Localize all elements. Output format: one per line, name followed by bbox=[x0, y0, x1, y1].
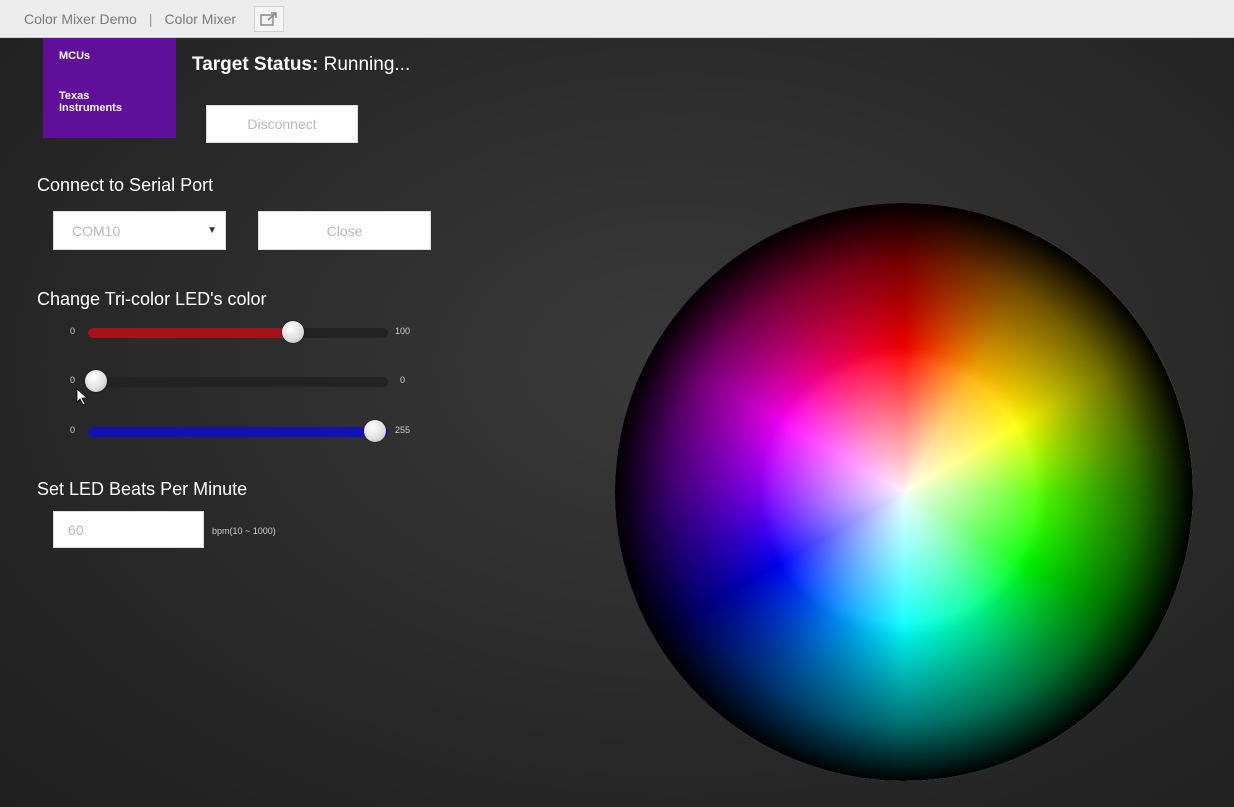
target-status: Target Status: Running... bbox=[192, 54, 410, 76]
led-color-heading: Change Tri-color LED's color bbox=[37, 289, 267, 309]
app-title[interactable]: Color Mixer Demo bbox=[24, 11, 137, 27]
bpm-input[interactable]: 60 bbox=[53, 511, 204, 548]
blue-slider-fill bbox=[88, 427, 388, 437]
red-slider[interactable]: 0 100 bbox=[70, 321, 420, 345]
disconnect-button[interactable]: Disconnect bbox=[206, 105, 358, 143]
green-slider[interactable]: 0 0 bbox=[70, 370, 420, 394]
mouse-cursor-icon bbox=[76, 388, 88, 406]
blue-slider-min: 0 bbox=[70, 425, 76, 435]
serial-port-select[interactable]: COM10 ▼ bbox=[53, 211, 226, 250]
serial-port-heading: Connect to Serial Port bbox=[37, 175, 214, 195]
blue-slider-max: 255 bbox=[395, 425, 411, 435]
bpm-heading: Set LED Beats Per Minute bbox=[37, 479, 248, 499]
red-slider-max: 100 bbox=[395, 326, 411, 336]
red-slider-fill bbox=[88, 328, 298, 338]
blue-slider-thumb[interactable] bbox=[364, 420, 386, 442]
red-slider-min: 0 bbox=[70, 326, 76, 336]
open-external-button[interactable] bbox=[254, 5, 285, 32]
bpm-range-hint: bpm(10 ~ 1000) bbox=[212, 526, 276, 536]
top-bar: Color Mixer Demo | Color Mixer bbox=[0, 0, 1234, 38]
open-in-new-window-icon bbox=[260, 11, 277, 26]
red-slider-track[interactable] bbox=[88, 328, 388, 338]
serial-port-value: COM10 bbox=[72, 222, 121, 239]
color-wheel[interactable] bbox=[615, 203, 1193, 781]
blue-slider[interactable]: 0 255 bbox=[70, 420, 420, 444]
page-title[interactable]: Color Mixer bbox=[164, 11, 236, 27]
breadcrumb-separator: | bbox=[148, 10, 153, 27]
logo-line-ti: Texas Instruments bbox=[59, 90, 122, 114]
logo-line-mcus: MCUs bbox=[59, 50, 91, 62]
bpm-input-value: 60 bbox=[68, 521, 84, 538]
target-status-value: Running... bbox=[323, 54, 411, 75]
chevron-down-icon: ▼ bbox=[207, 225, 217, 236]
close-port-button[interactable]: Close bbox=[258, 211, 431, 250]
target-status-label: Target Status: bbox=[192, 54, 319, 75]
green-slider-min: 0 bbox=[70, 375, 76, 385]
red-slider-thumb[interactable] bbox=[282, 321, 304, 343]
blue-slider-track[interactable] bbox=[88, 427, 388, 437]
green-slider-track[interactable] bbox=[88, 377, 388, 387]
ti-mcu-logo: MCUs Texas Instruments bbox=[43, 38, 176, 138]
green-slider-thumb[interactable] bbox=[85, 370, 107, 392]
green-slider-max: 0 bbox=[400, 375, 406, 385]
